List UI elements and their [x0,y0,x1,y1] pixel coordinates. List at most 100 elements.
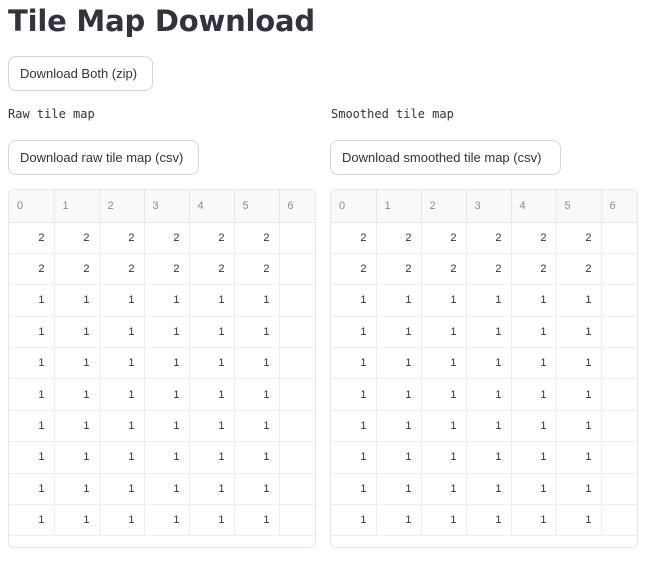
table-cell[interactable]: 1 [331,504,377,537]
table-cell[interactable]: 1 [54,441,100,474]
table-cell[interactable]: 1 [511,347,557,380]
table-cell[interactable]: 2 [421,222,467,254]
table-cell[interactable]: 1 [331,347,377,380]
table-cell[interactable]: 1 [234,378,280,411]
table-cell[interactable]: 2 [9,222,55,254]
table-cell[interactable]: 1 [189,441,235,474]
table-cell[interactable]: 1 [466,378,512,411]
table-cell[interactable]: 1 [9,347,55,380]
table-cell[interactable]: 1 [99,378,145,411]
table-cell[interactable]: 1 [234,410,280,443]
table-cell[interactable]: 1 [99,410,145,443]
table-cell[interactable]: 1 [99,441,145,474]
column-header[interactable]: 0 [9,190,55,223]
table-cell[interactable]: 1 [144,347,190,380]
table-cell[interactable]: 1 [511,316,557,349]
table-cell[interactable]: 1 [466,504,512,537]
table-cell[interactable]: 1 [601,504,637,537]
table-cell[interactable]: 1 [54,284,100,317]
table-cell[interactable]: 1 [421,441,467,474]
table-cell[interactable]: 1 [601,347,637,380]
table-cell[interactable]: 1 [601,441,637,474]
table-cell[interactable]: 1 [601,410,637,443]
table-cell[interactable]: 1 [466,347,512,380]
table-cell[interactable]: 2 [234,222,280,254]
table-cell[interactable]: 1 [234,504,280,537]
table-cell[interactable]: 1 [421,473,467,506]
table-cell[interactable]: 1 [466,410,512,443]
table-cell[interactable]: 1 [99,284,145,317]
table-cell[interactable]: 1 [54,410,100,443]
table-cell[interactable]: 1 [279,410,315,443]
table-cell[interactable]: 1 [144,316,190,349]
table-cell[interactable]: 2 [99,253,145,286]
table-cell[interactable]: 1 [54,378,100,411]
table-cell[interactable]: 1 [556,473,602,506]
table-cell[interactable]: 2 [331,253,377,286]
table-cell[interactable]: 2 [376,253,422,286]
table-cell[interactable]: 1 [189,410,235,443]
table-cell[interactable]: 1 [9,316,55,349]
table-cell[interactable]: 1 [144,410,190,443]
table-cell[interactable]: 1 [376,473,422,506]
column-header[interactable]: 6 [601,190,637,223]
table-cell[interactable]: 1 [9,378,55,411]
column-header[interactable]: 0 [331,190,377,223]
table-cell[interactable]: 1 [234,316,280,349]
table-cell[interactable]: 2 [556,222,602,254]
column-header[interactable]: 2 [421,190,467,223]
table-cell[interactable]: 2 [279,253,315,286]
table-cell[interactable]: 1 [556,284,602,317]
table-cell[interactable]: 2 [466,222,512,254]
table-cell[interactable]: 1 [144,441,190,474]
raw-tile-map-table[interactable]: 0123456 22222222222222111111111111111111… [8,189,316,548]
table-cell[interactable]: 1 [511,473,557,506]
table-cell[interactable]: 1 [99,347,145,380]
column-header[interactable]: 1 [376,190,422,223]
table-cell[interactable]: 1 [376,347,422,380]
table-cell[interactable]: 1 [511,378,557,411]
table-cell[interactable]: 1 [54,347,100,380]
table-cell[interactable]: 1 [189,284,235,317]
table-cell[interactable]: 2 [376,222,422,254]
table-cell[interactable]: 1 [331,316,377,349]
table-cell[interactable]: 2 [556,253,602,286]
column-header[interactable]: 4 [511,190,557,223]
table-cell[interactable]: 1 [376,504,422,537]
smoothed-tile-map-table[interactable]: 0123456 22222222222222111111211111111111… [330,189,638,548]
download-smoothed-button[interactable]: Download smoothed tile map (csv) [330,140,561,175]
table-cell[interactable]: 1 [234,284,280,317]
table-cell[interactable]: 1 [376,378,422,411]
table-cell[interactable]: 2 [421,253,467,286]
table-cell[interactable]: 1 [234,347,280,380]
table-cell[interactable]: 1 [376,284,422,317]
table-cell[interactable]: 1 [376,316,422,349]
table-cell[interactable]: 2 [189,253,235,286]
table-cell[interactable]: 1 [466,441,512,474]
table-cell[interactable]: 1 [511,284,557,317]
table-cell[interactable]: 1 [511,410,557,443]
table-cell[interactable]: 1 [421,504,467,537]
table-cell[interactable]: 1 [331,284,377,317]
table-cell[interactable]: 1 [99,316,145,349]
table-cell[interactable]: 1 [279,347,315,380]
table-cell[interactable]: 1 [234,441,280,474]
table-cell[interactable]: 1 [234,473,280,506]
column-header[interactable]: 6 [279,190,315,223]
table-cell[interactable]: 1 [144,473,190,506]
table-cell[interactable]: 1 [421,378,467,411]
table-cell[interactable]: 1 [9,441,55,474]
table-cell[interactable]: 1 [189,378,235,411]
table-cell[interactable]: 1 [466,284,512,317]
table-cell[interactable]: 1 [556,378,602,411]
table-cell[interactable]: 2 [279,222,315,254]
table-cell[interactable]: 1 [189,504,235,537]
table-cell[interactable]: 1 [376,441,422,474]
table-cell[interactable]: 1 [556,347,602,380]
table-cell[interactable]: 1 [9,504,55,537]
table-cell[interactable]: 1 [279,316,315,349]
table-cell[interactable]: 1 [421,316,467,349]
table-cell[interactable]: 2 [54,253,100,286]
column-header[interactable]: 2 [99,190,145,223]
table-cell[interactable]: 1 [466,473,512,506]
